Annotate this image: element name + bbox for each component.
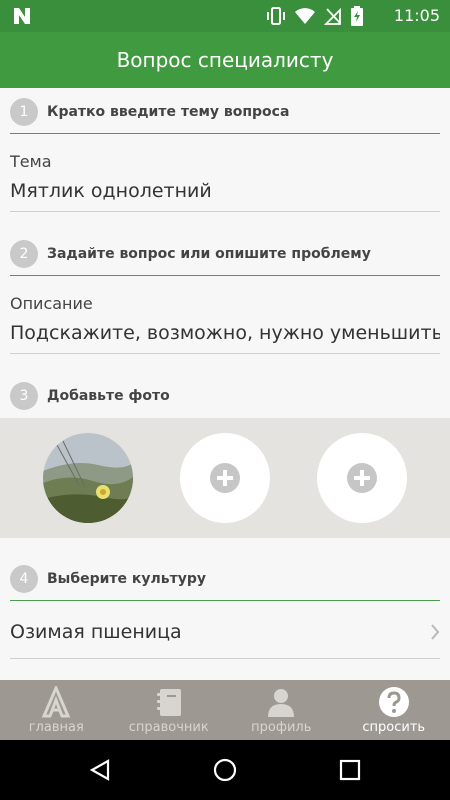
app-bar: Вопрос специалисту xyxy=(0,32,450,88)
section-header-question: 2 Задайте вопрос или опишите проблему xyxy=(10,232,440,276)
recents-icon[interactable] xyxy=(338,758,362,782)
attached-photo[interactable] xyxy=(43,433,133,523)
notebook-icon xyxy=(156,689,181,716)
plus-icon xyxy=(347,463,377,493)
section-header-topic: 1 Кратко введите тему вопроса xyxy=(10,90,440,134)
step-number: 4 xyxy=(10,565,38,593)
vibrate-icon xyxy=(267,7,285,25)
back-icon[interactable] xyxy=(88,758,112,782)
add-photo-button[interactable] xyxy=(317,433,407,523)
plus-icon xyxy=(210,463,240,493)
nav-item-profile[interactable]: профиль xyxy=(225,680,338,740)
person-icon xyxy=(268,689,295,717)
notification-n-icon xyxy=(14,8,30,24)
chevron-right-icon xyxy=(431,624,440,640)
section-title: Добавьте фото xyxy=(47,388,170,404)
description-input[interactable]: Подскажите, возможно, нужно уменьшить xyxy=(10,318,440,354)
home-logo-icon xyxy=(41,686,71,718)
add-photo-button[interactable] xyxy=(180,433,270,523)
section-title: Кратко введите тему вопроса xyxy=(47,104,290,120)
description-field-label: Описание xyxy=(10,294,93,313)
wifi-icon xyxy=(295,8,315,24)
page-title: Вопрос специалисту xyxy=(116,48,334,72)
battery-charging-icon xyxy=(351,6,363,26)
culture-selector[interactable]: Озимая пшеница xyxy=(10,613,440,659)
status-bar: 11:05 xyxy=(0,0,450,32)
no-signal-icon xyxy=(324,7,341,25)
step-number: 1 xyxy=(10,98,38,126)
section-title: Выберите культуру xyxy=(47,571,207,587)
home-icon[interactable] xyxy=(213,758,237,782)
section-title: Задайте вопрос или опишите проблему xyxy=(47,246,371,262)
nav-label: спросить xyxy=(362,720,426,735)
system-navigation-bar xyxy=(0,740,450,800)
step-number: 3 xyxy=(10,382,38,410)
clock: 11:05 xyxy=(393,6,440,25)
topic-input[interactable]: Мятлик однолетний xyxy=(10,176,440,212)
section-header-photo: 3 Добавьте фото xyxy=(10,374,440,418)
nav-label: главная xyxy=(28,720,84,735)
nav-label: профиль xyxy=(251,720,312,735)
question-form: 1 Кратко введите тему вопроса Тема Мятли… xyxy=(0,88,450,680)
nav-label: справочник xyxy=(128,720,209,735)
section-header-culture: 4 Выберите культуру xyxy=(10,557,440,601)
bottom-navigation: главная справочник профиль спросить xyxy=(0,680,450,740)
nav-item-ask[interactable]: спросить xyxy=(338,680,450,740)
photo-strip xyxy=(0,418,450,538)
question-icon xyxy=(378,687,409,717)
nav-item-reference[interactable]: справочник xyxy=(113,680,226,740)
topic-field-label: Тема xyxy=(10,152,52,171)
culture-value: Озимая пшеница xyxy=(10,621,182,643)
nav-item-home[interactable]: главная xyxy=(0,680,113,740)
step-number: 2 xyxy=(10,240,38,268)
